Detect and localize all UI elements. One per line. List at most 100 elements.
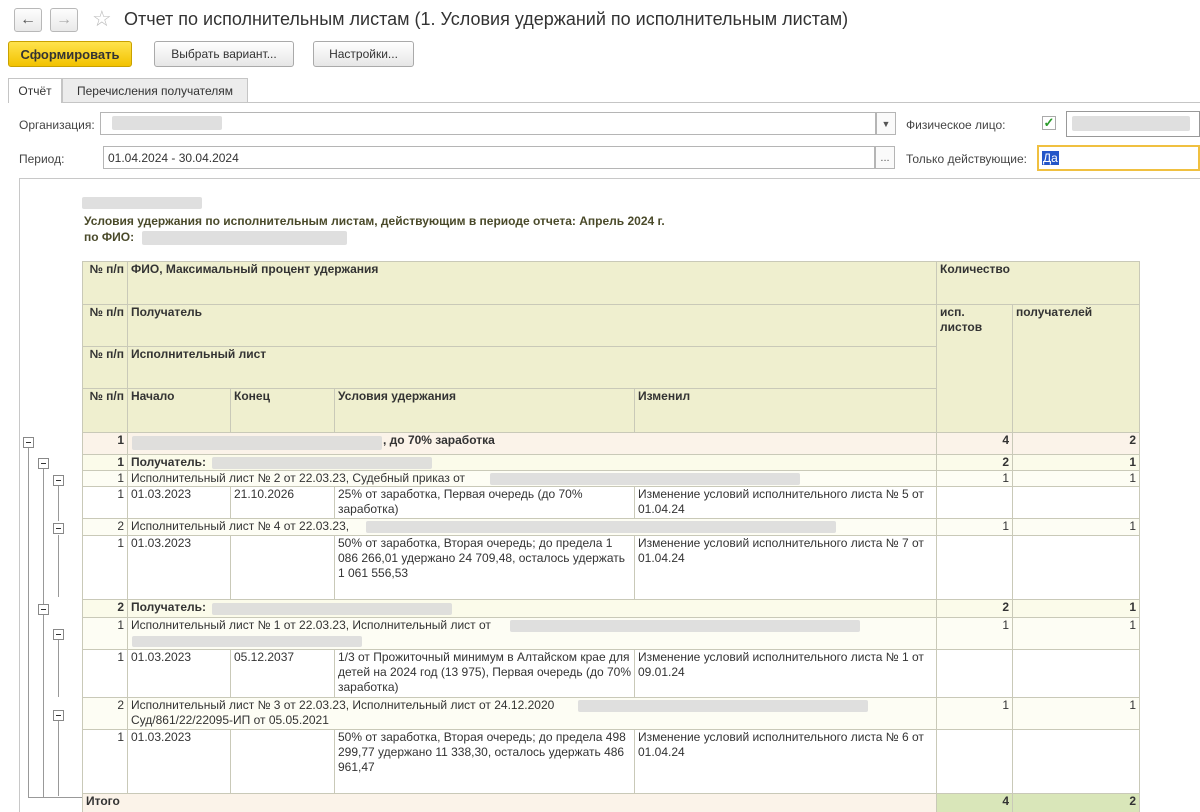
row-count-sheets: [937, 730, 1013, 794]
choose-variant-button[interactable]: Выбрать вариант...: [154, 41, 294, 67]
tab-report[interactable]: Отчёт: [8, 78, 62, 103]
header-num: № п/п: [83, 262, 128, 305]
table-row[interactable]: 1 Исполнительный лист № 1 от 22.03.23, И…: [83, 618, 1140, 650]
table-row[interactable]: 1 Получатель: 2 1: [83, 455, 1140, 471]
total-row: Итого 4 2: [83, 794, 1140, 812]
collapse-group-toggle[interactable]: [38, 458, 49, 469]
row-changed: Изменение условий исполнительного листа …: [635, 650, 937, 698]
header-num: № п/п: [83, 347, 128, 389]
row-num: 1: [83, 650, 128, 698]
header-num: № п/п: [83, 389, 128, 433]
organization-dropdown-button[interactable]: ▼: [876, 112, 896, 135]
forward-button[interactable]: →: [50, 8, 78, 32]
tree-line: [58, 481, 59, 521]
row-conditions: 50% от заработка, Вторая очередь; до пре…: [335, 536, 635, 600]
row-count-recipients: 1: [1013, 455, 1140, 471]
row-exec-list-text-2: Суд/861/22/22095-ИП от 05.05.2021: [131, 713, 329, 727]
tree-line: [43, 611, 44, 797]
row-end: [231, 730, 335, 794]
collapse-group-toggle[interactable]: [53, 523, 64, 534]
only-active-input[interactable]: Да: [1037, 145, 1200, 171]
row-count-recipients: 1: [1013, 698, 1140, 730]
chevron-down-icon: ▼: [882, 119, 891, 129]
row-exec-list-text: Исполнительный лист № 2 от 22.03.23, Суд…: [131, 471, 465, 485]
total-label: Итого: [83, 794, 937, 812]
table-row[interactable]: 1 01.03.2023 21.10.2026 25% от заработка…: [83, 487, 1140, 519]
collapse-group-toggle[interactable]: [53, 710, 64, 721]
period-select-button[interactable]: ...: [875, 146, 895, 169]
redacted-name: [132, 436, 382, 450]
row-count-recipients: 2: [1013, 433, 1140, 455]
row-count-recipients: 1: [1013, 471, 1140, 487]
row-exec-list: Исполнительный лист № 3 от 22.03.23, Исп…: [128, 698, 937, 730]
total-count-recipients: 2: [1013, 794, 1140, 812]
person-checkbox[interactable]: ✓: [1042, 116, 1056, 130]
collapse-group-toggle[interactable]: [38, 604, 49, 615]
row-count-recipients: [1013, 487, 1140, 519]
report-table: № п/п ФИО, Максимальный процент удержани…: [82, 261, 1140, 812]
row-start: 01.03.2023: [128, 536, 231, 600]
generate-button[interactable]: Сформировать: [8, 41, 132, 67]
redacted-exec-list: [132, 636, 362, 647]
row-count-recipients: [1013, 650, 1140, 698]
redacted-recipient: [212, 603, 452, 615]
row-count-recipients: 1: [1013, 618, 1140, 650]
row-count-sheets: 1: [937, 519, 1013, 536]
back-button[interactable]: ←: [14, 8, 42, 32]
header-recipients: получателей: [1013, 305, 1140, 433]
collapse-group-toggle[interactable]: [23, 437, 34, 448]
redacted-exec-list: [578, 700, 868, 712]
redacted-exec-list: [490, 473, 800, 485]
settings-button[interactable]: Настройки...: [313, 41, 414, 67]
organization-label: Организация:: [19, 118, 95, 132]
row-conditions: 1/3 от Прожиточный минимум в Алтайском к…: [335, 650, 635, 698]
tab-recipients-transfers[interactable]: Перечисления получателям: [62, 78, 248, 102]
row-count-recipients: [1013, 730, 1140, 794]
row-exec-list: Исполнительный лист № 4 от 22.03.23,: [128, 519, 937, 536]
only-active-value: Да: [1042, 151, 1059, 165]
redacted-recipient: [212, 457, 432, 469]
header-exec-list: Исполнительный лист: [128, 347, 937, 389]
row-num: 1: [83, 455, 128, 471]
row-num: 2: [83, 519, 128, 536]
collapse-group-toggle[interactable]: [53, 629, 64, 640]
favorite-star-icon[interactable]: ☆: [92, 6, 112, 32]
row-count-sheets: [937, 487, 1013, 519]
total-count-sheets: 4: [937, 794, 1013, 812]
redacted-exec-list: [510, 620, 860, 632]
row-num: 1: [83, 487, 128, 519]
table-row[interactable]: 1 01.03.2023 50% от заработка, Вторая оч…: [83, 536, 1140, 600]
row-fio-text: , до 70% заработка: [383, 433, 495, 448]
table-row[interactable]: 1 01.03.2023 05.12.2037 1/3 от Прожиточн…: [83, 650, 1140, 698]
table-row[interactable]: 1 Исполнительный лист № 2 от 22.03.23, С…: [83, 471, 1140, 487]
row-num: 1: [83, 618, 128, 650]
arrow-left-icon: ←: [20, 11, 36, 29]
table-row[interactable]: 1 , до 70% заработка 4 2: [83, 433, 1140, 455]
person-label: Физическое лицо:: [906, 118, 1005, 132]
row-count-sheets: 4: [937, 433, 1013, 455]
header-fio: ФИО, Максимальный процент удержания: [128, 262, 937, 305]
collapse-group-toggle[interactable]: [53, 475, 64, 486]
row-num: 2: [83, 698, 128, 730]
header-recipient: Получатель: [128, 305, 937, 347]
report-fio-label: по ФИО:: [84, 230, 134, 244]
row-start: 01.03.2023: [128, 650, 231, 698]
table-row[interactable]: 2 Исполнительный лист № 3 от 22.03.23, И…: [83, 698, 1140, 730]
row-recipient: Получатель:: [128, 455, 937, 471]
row-recipient: Получатель:: [128, 600, 937, 618]
row-num: 2: [83, 600, 128, 618]
tree-line: [28, 797, 83, 798]
row-exec-list-text: Исполнительный лист № 1 от 22.03.23, Исп…: [131, 618, 491, 632]
table-row[interactable]: 2 Получатель: 2 1: [83, 600, 1140, 618]
row-count-recipients: 1: [1013, 600, 1140, 618]
arrow-right-icon: →: [56, 11, 72, 29]
table-row[interactable]: 2 Исполнительный лист № 4 от 22.03.23, 1…: [83, 519, 1140, 536]
row-count-sheets: 1: [937, 618, 1013, 650]
row-conditions: 50% от заработка, Вторая очередь; до пре…: [335, 730, 635, 794]
row-count-sheets: 2: [937, 455, 1013, 471]
row-changed: Изменение условий исполнительного листа …: [635, 730, 937, 794]
row-start: 01.03.2023: [128, 487, 231, 519]
period-input[interactable]: 01.04.2024 - 30.04.2024: [103, 146, 875, 169]
row-conditions: 25% от заработка, Первая очередь (до 70%…: [335, 487, 635, 519]
table-row[interactable]: 1 01.03.2023 50% от заработка, Вторая оч…: [83, 730, 1140, 794]
